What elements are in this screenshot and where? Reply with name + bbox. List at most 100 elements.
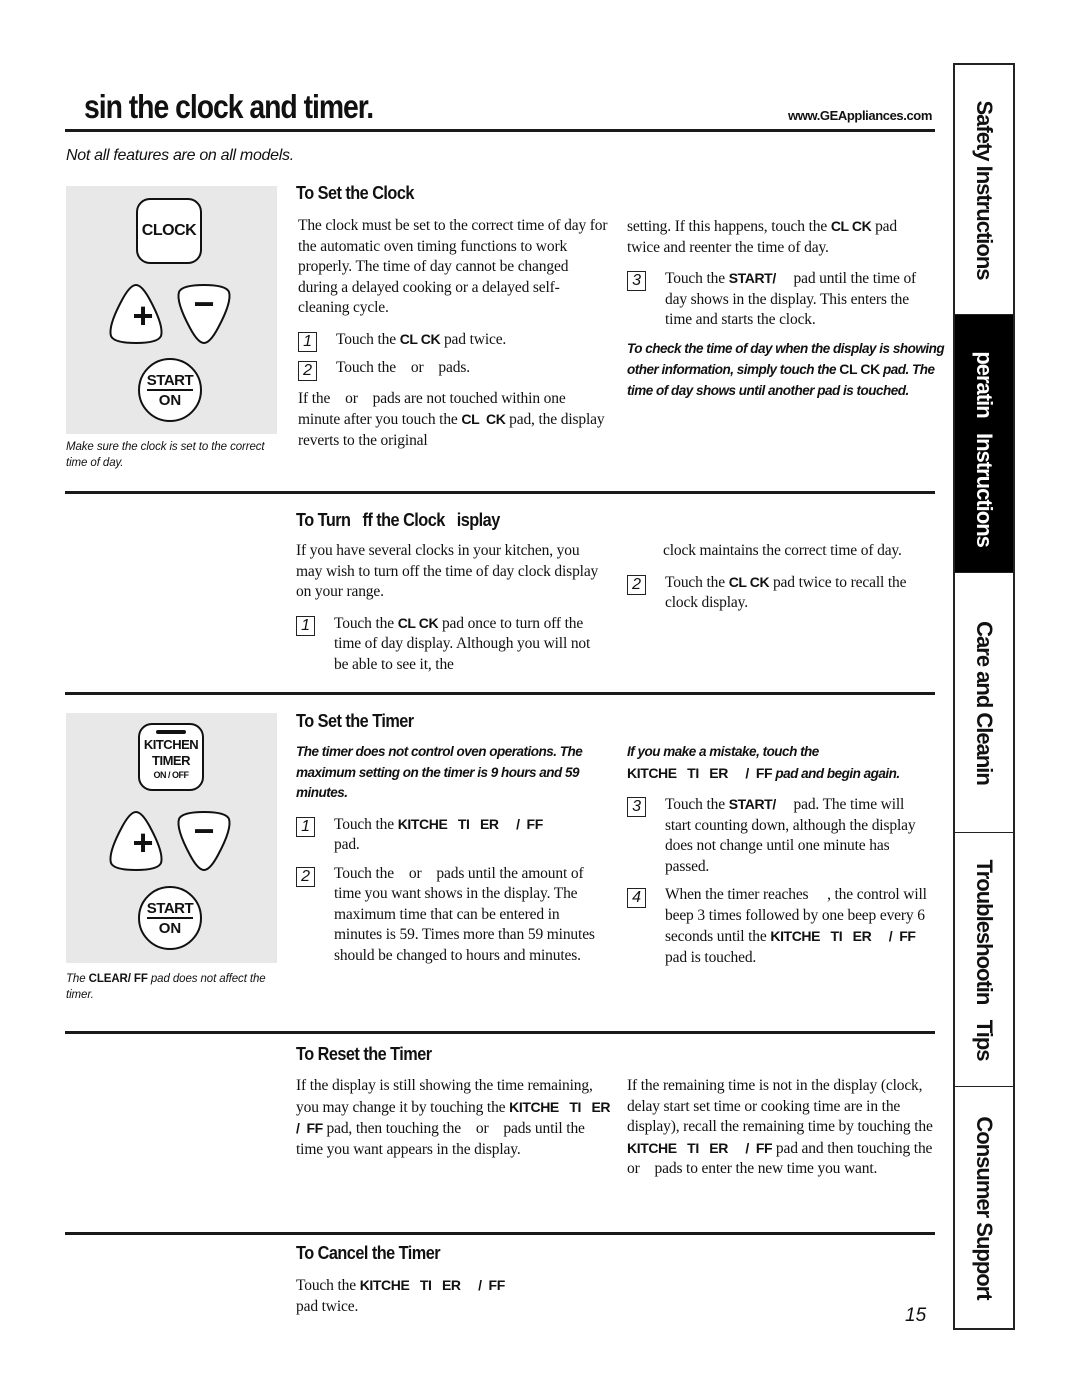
tab-safety-instructions[interactable]: Safety Instructions bbox=[955, 65, 1013, 315]
reset-timer-text-1: If the display is still showing the time… bbox=[296, 1076, 611, 1160]
header-rule bbox=[65, 129, 935, 132]
set-clock-column-2: setting. If this happens, touch the CL C… bbox=[627, 216, 945, 401]
timer-keypad-illustration: KITCHEN TIMER ON / OFF + − START ON bbox=[66, 713, 277, 963]
section-divider bbox=[65, 692, 935, 695]
text: pad twice. bbox=[440, 330, 507, 348]
text: Touch the or pads until the amount of ti… bbox=[334, 864, 599, 964]
turn-off-step-1: 1 Touch the CL CK pad once to turn off t… bbox=[296, 613, 608, 676]
reset-timer-text-2: If the remaining time is not in the disp… bbox=[627, 1076, 935, 1180]
text: pad twice. bbox=[296, 1297, 359, 1315]
plus-icon: + bbox=[132, 295, 154, 336]
tab-consumer-support[interactable]: Consumer Support bbox=[955, 1087, 1013, 1328]
key-name: CL CK bbox=[399, 330, 441, 347]
key-name: KITCHE TI ER / FF bbox=[397, 815, 544, 832]
page-number: 15 bbox=[905, 1305, 927, 1326]
turn-off-column-1: If you have several clocks in your kitch… bbox=[296, 541, 608, 675]
set-timer-column-1: The timer does not control oven operatio… bbox=[296, 742, 608, 966]
set-timer-mistake-note: If you make a mistake, touch the KITCHE … bbox=[627, 742, 932, 784]
key-name: KITCHE TI ER / FF bbox=[770, 928, 916, 944]
text: Touch the bbox=[665, 270, 729, 287]
set-clock-continued: setting. If this happens, touch the CL C… bbox=[627, 216, 927, 258]
key-name: KITCHE TI ER / FF bbox=[627, 1139, 773, 1156]
text: Touch the bbox=[665, 796, 729, 813]
text: If the remaining time is not in the disp… bbox=[627, 1077, 937, 1135]
step-number: 2 bbox=[296, 866, 315, 887]
turn-off-intro: If you have several clocks in your kitch… bbox=[296, 542, 599, 600]
text: pad. bbox=[334, 836, 360, 853]
set-clock-intro: The clock must be set to the correct tim… bbox=[298, 217, 608, 316]
key-name: CL CK bbox=[461, 411, 506, 427]
start-key: START ON bbox=[138, 358, 202, 422]
key-name: START/ bbox=[728, 270, 790, 286]
set-timer-note: The timer does not control oven operatio… bbox=[296, 744, 583, 800]
step-number: 1 bbox=[296, 615, 315, 636]
key-name: CL CK bbox=[728, 573, 770, 590]
step-number: 1 bbox=[296, 816, 315, 837]
start-key-label: START bbox=[146, 900, 194, 919]
step-number: 2 bbox=[298, 361, 317, 381]
key-name: KITCHE TI ER / FF bbox=[359, 1277, 506, 1293]
text: pad and begin again. bbox=[772, 765, 900, 781]
key-name: START/ bbox=[728, 796, 790, 812]
tab-label: Consumer Support bbox=[972, 1115, 997, 1300]
clock-key-label: CLOCK bbox=[141, 222, 197, 239]
step-number: 3 bbox=[627, 797, 646, 817]
clock-caption: Make sure the clock is set to the correc… bbox=[66, 441, 265, 469]
set-clock-tip: To check the time of day when the displa… bbox=[627, 339, 957, 402]
text: pad, then touching the or pads until the… bbox=[296, 1120, 589, 1158]
set-timer-step-1: 1 Touch the KITCHE TI ER / FF pad. bbox=[296, 814, 608, 856]
on-key-label: ON bbox=[158, 392, 182, 409]
timer-indicator-bar bbox=[156, 730, 186, 734]
text: The bbox=[66, 973, 89, 985]
turn-off-step-2: 2 Touch the CL CK pad twice to recall th… bbox=[627, 572, 932, 614]
set-clock-step-1: 1 Touch the CL CK pad twice. bbox=[298, 329, 608, 352]
turn-off-continued: clock maintains the correct time of day. bbox=[663, 542, 902, 559]
set-clock-note: If the or pads are not touched within on… bbox=[298, 389, 608, 452]
timer-caption: The CLEAR/ FF pad does not affect the ti… bbox=[66, 971, 281, 1003]
section-divider bbox=[65, 491, 935, 494]
tab-troubleshooting-tips[interactable]: Troubleshootin Tips bbox=[955, 833, 1013, 1087]
step-number: 3 bbox=[627, 271, 646, 291]
minus-icon: − bbox=[193, 810, 215, 851]
tab-care-and-cleaning[interactable]: Care and Cleanin bbox=[955, 573, 1013, 833]
timer-key-label-1: KITCHEN bbox=[143, 737, 199, 752]
text: setting. If this happens, touch the bbox=[627, 218, 831, 235]
section-divider bbox=[65, 1232, 935, 1235]
text: Touch the bbox=[665, 573, 729, 591]
section-heading-set-clock: To Set the Clock bbox=[296, 182, 414, 203]
set-timer-step-2: 2 Touch the or pads until the amount of … bbox=[296, 864, 608, 967]
key-name: KITCHE TI ER / FF bbox=[627, 764, 773, 781]
set-clock-step-3: 3 Touch the START/ pad until the time of… bbox=[627, 268, 927, 331]
minus-icon: − bbox=[193, 283, 215, 324]
key-name: CLEAR/ FF bbox=[88, 973, 148, 985]
page-title: sin the clock and timer. bbox=[84, 88, 374, 125]
plus-icon: + bbox=[132, 822, 154, 863]
section-divider bbox=[65, 1031, 935, 1034]
set-timer-column-2: If you make a mistake, touch the KITCHE … bbox=[627, 742, 932, 968]
text: Touch the bbox=[334, 614, 398, 632]
kitchen-timer-key: KITCHEN TIMER ON / OFF bbox=[138, 723, 204, 791]
website-url[interactable]: www.GEAppliances.com bbox=[760, 108, 932, 123]
timer-key-label-3: ON / OFF bbox=[153, 770, 190, 780]
subtitle: Not all features are on all models. bbox=[66, 147, 294, 164]
key-name: CL CK bbox=[839, 361, 880, 377]
timer-key-label-2: TIMER bbox=[152, 753, 190, 768]
set-timer-step-3: 3 Touch the START/ pad. The time will st… bbox=[627, 794, 932, 877]
key-name: CL CK bbox=[397, 614, 439, 631]
set-clock-column-1: The clock must be set to the correct tim… bbox=[298, 216, 608, 451]
reset-timer-column-2: If the remaining time is not in the disp… bbox=[627, 1076, 935, 1180]
section-heading-reset-timer: To Reset the Timer bbox=[296, 1043, 432, 1064]
tab-label: Safety Instructions bbox=[972, 99, 997, 280]
reset-timer-column-1: If the display is still showing the time… bbox=[296, 1076, 611, 1160]
turn-off-column-2: clock maintains the correct time of day.… bbox=[627, 541, 932, 614]
text: If you make a mistake, touch the bbox=[627, 744, 819, 759]
on-key-label: ON bbox=[158, 920, 182, 937]
tab-label: Troubleshootin Tips bbox=[972, 858, 997, 1061]
section-heading-set-timer: To Set the Timer bbox=[296, 710, 414, 731]
step-number: 4 bbox=[627, 888, 646, 908]
tab-operating-instructions[interactable]: peratin Instructions bbox=[955, 315, 1013, 573]
key-name: CL CK bbox=[830, 218, 872, 234]
tab-label: peratin Instructions bbox=[972, 340, 997, 547]
clock-keypad-illustration: CLOCK + − START ON bbox=[66, 186, 277, 434]
text: Touch the bbox=[296, 1277, 360, 1294]
